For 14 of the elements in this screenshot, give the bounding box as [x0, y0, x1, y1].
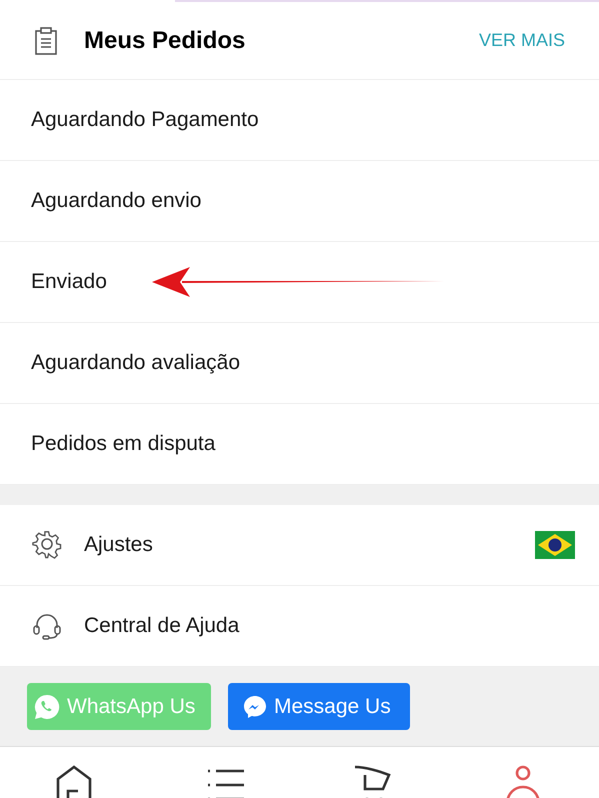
- flag-icon[interactable]: [535, 531, 575, 559]
- section-title: Meus Pedidos: [84, 26, 246, 56]
- clipboard-icon: [34, 26, 58, 54]
- menu-item[interactable]: Ajustes: [84, 529, 153, 561]
- phone-bubble-icon: [33, 692, 61, 720]
- order-status-item[interactable]: Aguardando avaliação: [31, 347, 240, 379]
- order-status-item[interactable]: Pedidos em disputa: [31, 428, 216, 460]
- order-status-item[interactable]: Aguardando envio: [31, 185, 202, 217]
- chat-bubble-icon: [242, 694, 268, 720]
- messenger-button[interactable]: Message Us: [228, 683, 410, 730]
- order-status-item[interactable]: Enviado: [31, 266, 107, 298]
- order-status-item[interactable]: Aguardando Pagamento: [31, 104, 259, 136]
- menu-item[interactable]: Central de Ajuda: [84, 610, 240, 642]
- settings-icon: [32, 530, 62, 560]
